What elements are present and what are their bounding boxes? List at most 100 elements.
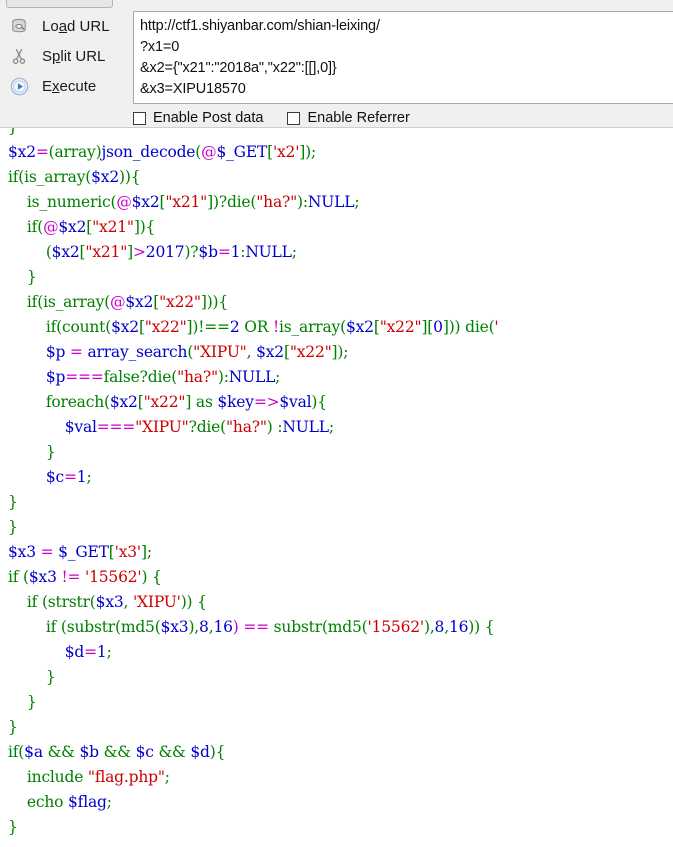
- code-token: if: [8, 743, 19, 761]
- hackbar-action-list: Load URL Split URL Execute: [0, 11, 125, 101]
- code-token: (: [8, 243, 52, 261]
- code-line: $p===false?die("ha?"):NULL;: [0, 365, 673, 390]
- code-token: 1: [96, 643, 107, 661]
- code-token: @: [116, 193, 132, 211]
- code-token: NULL: [282, 418, 329, 436]
- code-line: if($a && $b && $c && $d){: [0, 740, 673, 765]
- code-token: 16: [448, 618, 469, 636]
- checkbox-box[interactable]: [287, 111, 301, 125]
- code-token: if: [8, 168, 19, 186]
- code-token: array_search: [87, 343, 188, 361]
- load-url-button[interactable]: Load URL: [0, 11, 125, 41]
- code-token: }: [8, 268, 37, 286]
- code-token: 'XIPU': [133, 593, 181, 611]
- code-token: )) {: [468, 618, 495, 636]
- code-token: ){: [209, 743, 226, 761]
- code-line: $c=1;: [0, 465, 673, 490]
- code-token: ):: [297, 193, 308, 211]
- code-token: }: [8, 493, 18, 511]
- code-line: $x2=(array)json_decode(@$_GET['x2']);: [0, 140, 673, 165]
- execute-button[interactable]: Execute: [0, 71, 125, 101]
- split-url-button[interactable]: Split URL: [0, 41, 125, 71]
- clipped-toolbar-button[interactable]: [6, 0, 113, 8]
- url-textarea[interactable]: http://ctf1.shiyanbar.com/shian-leixing/…: [133, 11, 673, 104]
- code-token: $d: [8, 643, 85, 661]
- php-source-listing[interactable]: } $x2=(array)json_decode(@$_GET['x2']);if…: [0, 128, 673, 847]
- code-token: 'x3': [114, 543, 142, 561]
- code-line: $p = array_search("XIPU", $x2["x22"]);: [0, 340, 673, 365]
- code-token: ;: [86, 468, 92, 486]
- code-token: ){: [311, 393, 327, 411]
- code-token: 8: [434, 618, 445, 636]
- code-token: "ha?": [256, 193, 298, 211]
- code-token: as: [191, 393, 218, 411]
- code-token: $x2: [58, 218, 87, 236]
- code-line: }: [0, 690, 673, 715]
- code-token: }: [8, 693, 37, 711]
- enable-referrer-checkbox[interactable]: Enable Referrer: [287, 110, 410, 126]
- code-token: ) :: [266, 418, 283, 436]
- code-line: if(is_array(@$x2["x22"])){: [0, 290, 673, 315]
- code-token: strstr: [47, 593, 90, 611]
- code-token: "XIPU": [193, 343, 247, 361]
- code-token: =>: [253, 393, 280, 411]
- hackbar-options-row: Enable Post data Enable Referrer: [133, 107, 434, 129]
- code-token: die: [196, 418, 221, 436]
- code-token: "flag.php": [87, 768, 165, 786]
- code-line: if ($x3 != '15562') {: [0, 565, 673, 590]
- checkbox-box[interactable]: [133, 111, 146, 125]
- clipped-toolbar-text: [300, 0, 560, 1]
- code-token: NULL: [228, 368, 276, 386]
- code-token: "ha?": [226, 418, 267, 436]
- code-token: $x3: [8, 543, 36, 561]
- code-token: $key: [217, 393, 254, 411]
- code-token: $x2: [256, 343, 284, 361]
- code-token: "x21": [165, 193, 208, 211]
- code-token: $c: [135, 743, 154, 761]
- url-line: http://ctf1.shiyanbar.com/shian-leixing/: [140, 18, 380, 34]
- code-token: '15562': [367, 618, 425, 636]
- code-token: die: [147, 368, 172, 386]
- code-token: ?: [188, 418, 197, 436]
- code-token: $x2: [8, 143, 36, 161]
- code-token: $flag: [68, 793, 107, 811]
- code-token: &&: [98, 743, 136, 761]
- code-token: "x22": [289, 343, 332, 361]
- code-token: ){: [139, 218, 156, 236]
- code-token: >: [133, 243, 146, 261]
- code-token: substr: [66, 618, 115, 636]
- code-token: }: [8, 128, 18, 136]
- code-token: =: [65, 343, 88, 361]
- code-token: md5: [327, 618, 362, 636]
- code-token: $a: [24, 743, 43, 761]
- code-line: ($x2["x21"]>2017)?$b=1:NULL;: [0, 240, 673, 265]
- code-token: ;: [354, 193, 360, 211]
- code-token: ),: [188, 618, 200, 636]
- code-token: )?: [184, 243, 199, 261]
- code-token: ) ==: [232, 618, 274, 636]
- code-token: $x3: [160, 618, 189, 636]
- code-token: $x2: [345, 318, 374, 336]
- code-token: $p: [8, 343, 66, 361]
- enable-post-data-checkbox[interactable]: Enable Post data: [133, 110, 263, 126]
- code-token: false: [103, 368, 140, 386]
- code-line: echo $flag;: [0, 790, 673, 815]
- code-line: }: [0, 440, 673, 465]
- code-token: )!==: [192, 318, 230, 336]
- code-token: if: [8, 593, 42, 611]
- code-token: =: [84, 643, 97, 661]
- code-token: if: [8, 318, 57, 336]
- code-line: }: [0, 128, 673, 140]
- code-token: 1: [76, 468, 87, 486]
- code-line: $val==="XIPU"?die("ha?") :NULL;: [0, 415, 673, 440]
- code-token: count: [61, 318, 106, 336]
- code-line: foreach($x2["x22"] as $key=>$val){: [0, 390, 673, 415]
- code-token: "x22": [144, 318, 187, 336]
- split-url-label: Split URL: [42, 47, 106, 65]
- code-token: is_array: [43, 293, 105, 311]
- code-token: }: [8, 818, 18, 836]
- code-token: $c: [8, 468, 64, 486]
- code-token: NULL: [245, 243, 292, 261]
- load-url-label: Load URL: [42, 17, 110, 35]
- code-token: )){: [206, 293, 229, 311]
